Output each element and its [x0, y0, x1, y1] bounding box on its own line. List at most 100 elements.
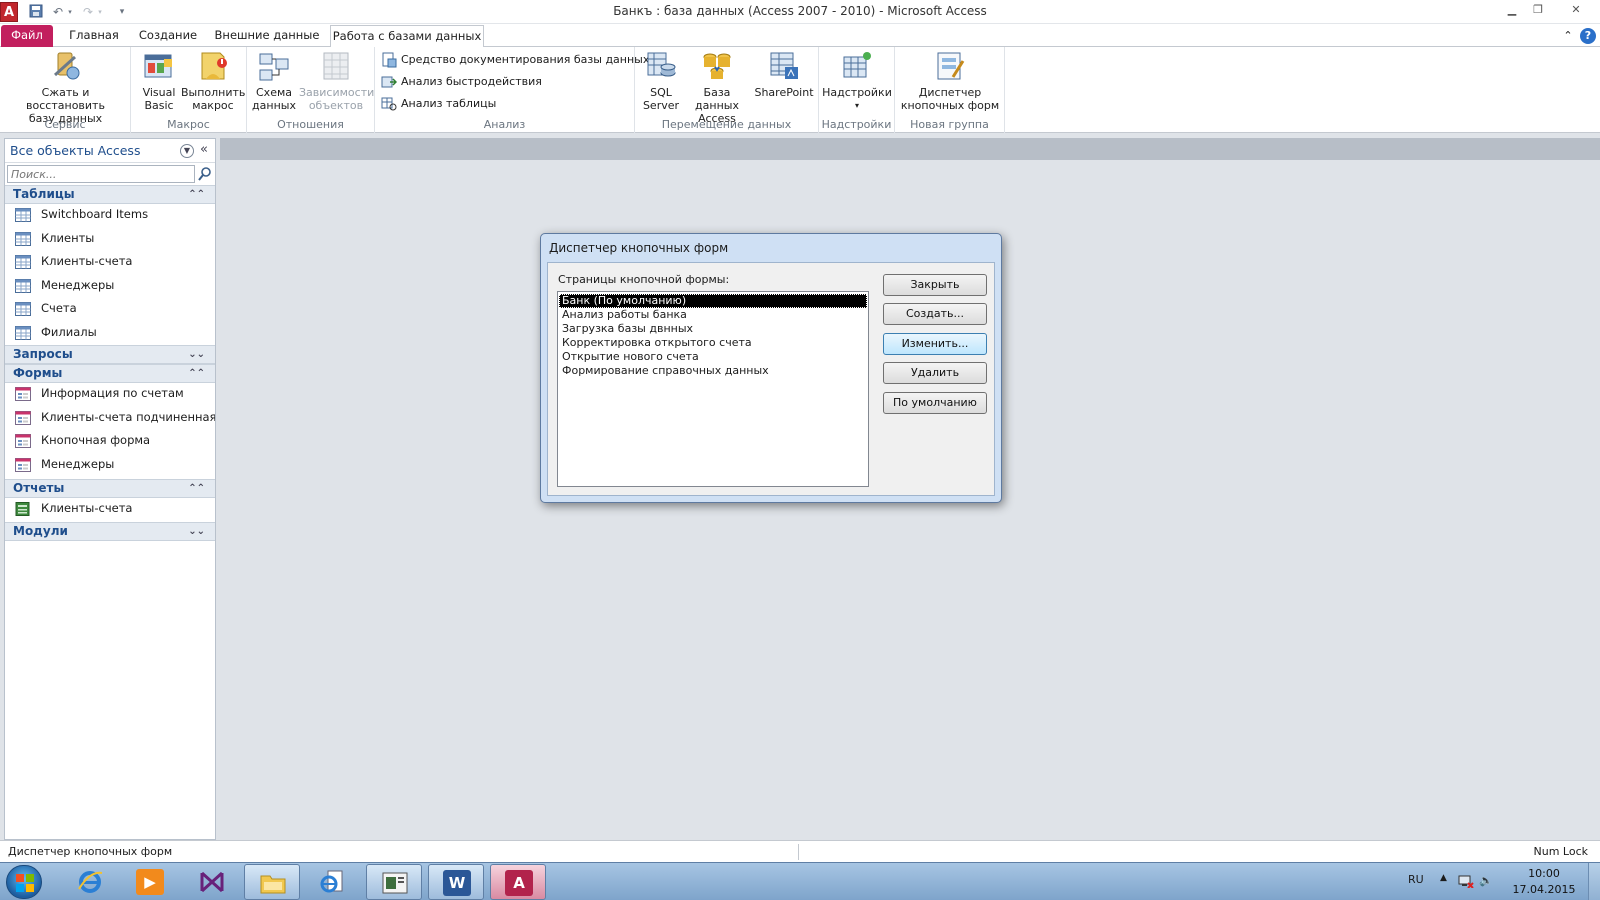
nav-category-queries[interactable]: Запросы ⌄⌄ [5, 345, 215, 364]
nav-table-item[interactable]: Менеджеры [5, 274, 215, 296]
taskbar-word[interactable]: W [428, 864, 484, 900]
start-button[interactable] [6, 865, 42, 899]
window-title: Банкъ : база данных (Access 2007 - 2010)… [613, 4, 987, 18]
switchboard-manager-button[interactable]: Диспетчер кнопочных форм [897, 49, 1003, 112]
windows-logo-icon [15, 873, 35, 893]
network-icon[interactable] [1458, 874, 1474, 889]
ie-document-icon [318, 869, 346, 895]
visual-basic-button[interactable]: Visual Basic [137, 49, 181, 112]
make-default-button[interactable]: По умолчанию [883, 392, 987, 414]
nav-table-item[interactable]: Switchboard Items [5, 203, 215, 225]
relationships-button[interactable]: Схема данных [251, 49, 297, 112]
dialog-body: Страницы кнопочной формы: Банк (По умолч… [547, 262, 995, 496]
taskbar-ie-document[interactable] [304, 864, 360, 900]
help-icon[interactable]: ? [1580, 28, 1596, 44]
nav-table-item[interactable]: Счета [5, 297, 215, 319]
create-button[interactable]: Создать... [883, 303, 987, 325]
object-dependencies-icon [319, 49, 353, 83]
language-indicator[interactable]: RU [1408, 873, 1424, 886]
database-documenter-button[interactable]: Средство документирования базы данных [381, 51, 649, 69]
switchboard-manager-dialog: Диспетчер кнопочных форм Страницы кнопоч… [540, 233, 1002, 503]
run-macro-button[interactable]: Выполнить макрос [181, 49, 245, 112]
clock-time[interactable]: 10:00 [1514, 867, 1574, 880]
tab-external-data[interactable]: Внешние данные [212, 25, 322, 47]
nav-category-modules[interactable]: Модули ⌄⌄ [5, 522, 215, 541]
nav-item-label: Клиенты-счета подчиненная ... [41, 409, 215, 424]
volume-icon[interactable]: 🔈 [1478, 874, 1494, 888]
nav-table-item[interactable]: Клиенты-счета [5, 250, 215, 272]
nav-title[interactable]: Все объекты Access [10, 143, 140, 158]
nav-category-forms[interactable]: Формы ⌃⌃ [5, 364, 215, 383]
group-label-analysis: Анализ [483, 118, 526, 131]
windows-taskbar: ▶ W A RU ▲ 🔈 10:00 17.04.2015 [0, 862, 1600, 900]
access-database-button[interactable]: База данных Access [683, 49, 751, 125]
tab-database-tools[interactable]: Работа с базами данных [330, 25, 484, 48]
nav-form-item[interactable]: Кнопочная форма [5, 429, 215, 451]
search-icon[interactable] [197, 165, 213, 183]
tab-home[interactable]: Главная [62, 25, 126, 47]
taskbar-presentation[interactable] [366, 864, 422, 900]
nav-search-input[interactable] [7, 165, 195, 183]
switchboard-page-item[interactable]: Банк (По умолчанию) [559, 294, 867, 308]
switchboard-page-item[interactable]: Корректировка открытого счета [559, 336, 867, 350]
show-desktop-button[interactable] [1588, 863, 1600, 900]
group-new: Диспетчер кнопочных форм Новая группа [895, 47, 1005, 133]
nav-report-item[interactable]: Клиенты-счета [5, 497, 215, 519]
tab-create[interactable]: Создание [134, 25, 202, 47]
switchboard-manager-icon [933, 49, 967, 83]
switchboard-page-item[interactable]: Формирование справочных данных [559, 364, 867, 378]
show-hidden-icons-icon[interactable]: ▲ [1440, 873, 1447, 883]
expand-chevron-icon: ⌄⌄ [188, 349, 205, 360]
performance-analyzer-icon [381, 74, 398, 90]
close-window-icon[interactable]: ✕ [1560, 1, 1592, 19]
num-lock-indicator: Num Lock [1533, 845, 1589, 858]
nav-form-item[interactable]: Менеджеры [5, 453, 215, 475]
nav-category-tables[interactable]: Таблицы ⌃⌃ [5, 185, 215, 204]
nav-table-item[interactable]: Филиалы [5, 321, 215, 343]
taskbar-visual-studio[interactable] [184, 864, 240, 900]
presentation-icon [381, 870, 409, 896]
sql-server-button[interactable]: SQL Server [639, 49, 683, 112]
edit-button[interactable]: Изменить... [883, 333, 987, 355]
addins-button[interactable]: Надстройки ▾ [822, 49, 892, 112]
table-analyzer-icon [381, 96, 397, 112]
nav-category-reports[interactable]: Отчеты ⌃⌃ [5, 479, 215, 498]
group-analysis: Средство документирования базы данных Ан… [375, 47, 649, 133]
delete-button[interactable]: Удалить [883, 362, 987, 384]
switchboard-page-item[interactable]: Открытие нового счета [559, 350, 867, 364]
dialog-title: Диспетчер кнопочных форм [549, 241, 729, 255]
table-analyzer-button[interactable]: Анализ таблицы [381, 95, 496, 113]
taskbar-media-player[interactable]: ▶ [122, 864, 178, 900]
switchboard-page-item[interactable]: Загрузка базы двнных [559, 322, 867, 336]
taskbar-access[interactable]: A [490, 864, 546, 900]
close-button[interactable]: Закрыть [883, 274, 987, 296]
minimize-ribbon-icon[interactable]: ⌃ [1560, 28, 1576, 44]
nav-item-label: Switchboard Items [41, 207, 149, 221]
nav-form-item[interactable]: Клиенты-счета подчиненная ... [5, 406, 215, 428]
switchboard-page-item[interactable]: Анализ работы банка [559, 308, 867, 322]
addins-icon [840, 49, 874, 83]
navigation-pane: Все объекты Access ▼ « Таблицы⌃⌃ Switchb… [4, 138, 216, 840]
tab-file[interactable]: Файл [1, 25, 53, 47]
nav-collapse-icon[interactable]: « [197, 142, 211, 158]
table-icon [15, 254, 31, 269]
compact-repair-button[interactable]: Сжать и восстановить базу данных [2, 49, 129, 125]
performance-analyzer-button[interactable]: Анализ быстродействия [381, 73, 542, 91]
taskbar-explorer[interactable] [244, 864, 300, 900]
table-icon [15, 301, 31, 316]
restore-icon[interactable]: ❐ [1526, 1, 1550, 19]
taskbar-internet-explorer[interactable] [62, 864, 118, 900]
group-relations: Схема данных Зависимости объектов Отноше… [247, 47, 375, 133]
nav-table-item[interactable]: Клиенты [5, 227, 215, 249]
clock-date[interactable]: 17.04.2015 [1508, 883, 1580, 896]
nav-item-label: Филиалы [41, 324, 97, 339]
nav-menu-dropdown-icon[interactable]: ▼ [180, 144, 194, 158]
access-database-icon [700, 49, 734, 83]
sql-server-icon [644, 49, 678, 83]
nav-form-item[interactable]: Информация по счетам [5, 382, 215, 404]
object-dependencies-button[interactable]: Зависимости объектов [299, 49, 374, 112]
switchboard-pages-list[interactable]: Банк (По умолчанию) Анализ работы банка За… [557, 291, 869, 487]
form-icon [15, 457, 31, 472]
sharepoint-button[interactable]: SharePoint [751, 49, 817, 99]
minimize-icon[interactable]: ▁ [1500, 1, 1524, 19]
